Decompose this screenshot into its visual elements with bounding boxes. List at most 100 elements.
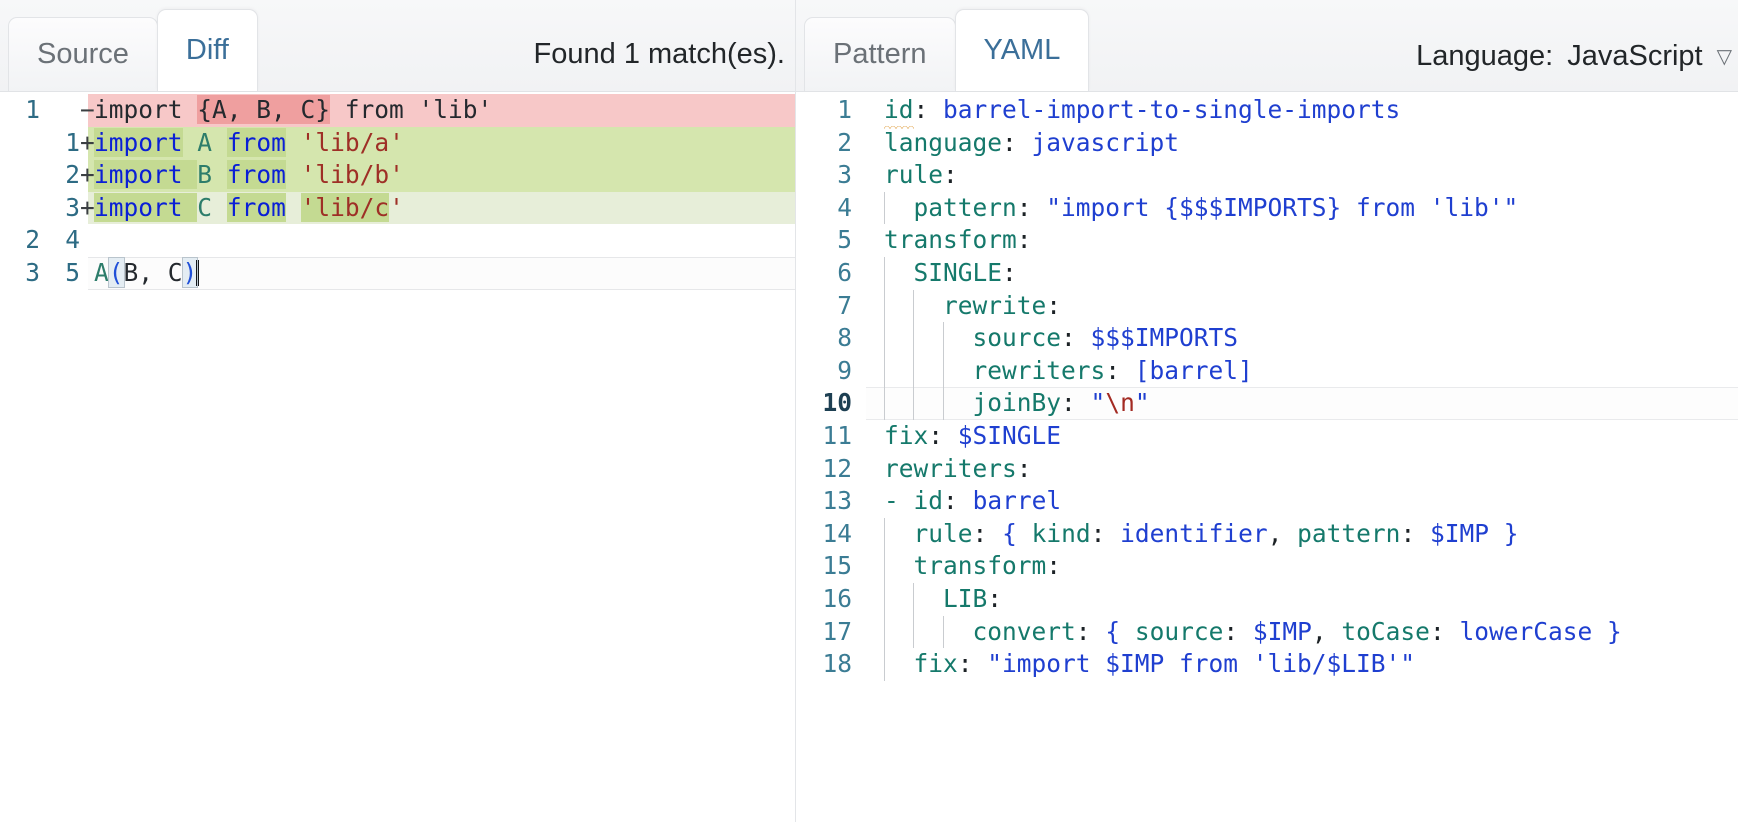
code-token: 'lib/a'	[300, 127, 404, 157]
yaml-line[interactable]: 1 id: barrel-import-to-single-imports	[796, 94, 1738, 127]
yaml-line[interactable]: 9 rewriters: [barrel]	[796, 354, 1738, 388]
yaml-line-number: 12	[822, 453, 852, 483]
yaml-line[interactable]: 12 rewriters:	[796, 453, 1738, 486]
language-value[interactable]: JavaScript	[1567, 40, 1702, 73]
yaml-token: rewriters	[972, 355, 1106, 385]
yaml-token: $IMP }	[1415, 518, 1519, 548]
yaml-token	[1091, 617, 1106, 646]
language-selector[interactable]: Language: JavaScript ▽	[1416, 40, 1732, 91]
code-token: import	[94, 95, 198, 124]
yaml-token: convert	[972, 616, 1076, 646]
yaml-line[interactable]: 3 rule:	[796, 159, 1738, 192]
yaml-token: $$$IMPORTS	[1075, 323, 1239, 353]
code-token: {A, B, C}	[197, 95, 331, 124]
yaml-token	[884, 388, 973, 417]
yaml-token: "import {$$$IMPORTS} from 'lib'"	[1031, 192, 1519, 222]
code-token	[182, 160, 198, 190]
code-token: C	[197, 192, 213, 222]
code-token: '	[389, 192, 404, 222]
tab-diff[interactable]: Diff	[156, 9, 258, 91]
yaml-line[interactable]: 10 joinBy: "\n"	[796, 387, 1738, 420]
diff-old-line-number: 3	[25, 257, 40, 287]
yaml-token	[899, 486, 914, 515]
yaml-token: :	[1061, 323, 1076, 353]
yaml-line[interactable]: 5 transform:	[796, 224, 1738, 257]
yaml-line[interactable]: 2 language: javascript	[796, 127, 1738, 160]
code-token: import	[94, 160, 183, 190]
yaml-line[interactable]: 6 SINGLE:	[796, 256, 1738, 290]
tab-yaml[interactable]: YAML	[954, 9, 1090, 91]
yaml-line[interactable]: 8 source: $$$IMPORTS	[796, 322, 1738, 355]
yaml-token: rule	[913, 518, 973, 548]
yaml-token: "	[1075, 388, 1106, 418]
yaml-token: :	[913, 95, 929, 124]
yaml-token: identifier	[1105, 518, 1268, 548]
yaml-token: $IMP	[1238, 616, 1312, 646]
yaml-token: :	[1016, 192, 1032, 222]
yaml-token: rule	[884, 160, 944, 190]
diff-view[interactable]: 1− import {A, B, C} from 'lib' 1 + import A …	[0, 92, 795, 822]
yaml-token: "	[1134, 388, 1150, 418]
yaml-token: fix	[913, 649, 958, 679]
yaml-token: :	[1429, 616, 1445, 646]
yaml-token	[1017, 519, 1032, 548]
diff-row[interactable]: 2 + import B from 'lib/b'	[0, 159, 795, 192]
yaml-line-number: 4	[837, 192, 852, 222]
code-token: 'lib/b'	[300, 160, 404, 190]
diff-row[interactable]: 24	[0, 224, 795, 257]
code-token: A	[94, 257, 109, 287]
yaml-line-number: 1	[837, 95, 852, 124]
yaml-line[interactable]: 4 pattern: "import {$$$IMPORTS} from 'li…	[796, 191, 1738, 225]
yaml-line-number: 2	[837, 127, 852, 157]
yaml-line-text: joinBy: "\n"	[884, 387, 1150, 420]
diff-new-line-number: 3	[65, 192, 80, 222]
tab-source[interactable]: Source	[8, 17, 158, 91]
diff-row[interactable]: 1 + import A from 'lib/a'	[0, 126, 795, 160]
yaml-line[interactable]: 14 rule: { kind: identifier, pattern: $I…	[796, 517, 1738, 551]
yaml-token: :	[943, 160, 958, 190]
yaml-editor[interactable]: 1 id: barrel-import-to-single-imports 2 lan…	[796, 92, 1738, 822]
yaml-line[interactable]: 7 rewrite:	[796, 289, 1738, 323]
yaml-token	[884, 356, 973, 385]
diff-new-line-number: 1	[65, 127, 80, 157]
yaml-token: :	[1002, 257, 1017, 287]
yaml-line-text: fix: "import $IMP from 'lib/$LIB'"	[884, 648, 1416, 681]
yaml-token: -	[884, 486, 899, 516]
yaml-line[interactable]: 16 LIB:	[796, 582, 1738, 616]
yaml-line-number: 5	[837, 225, 852, 255]
diff-old-line-number: 1	[25, 95, 40, 124]
yaml-line[interactable]: 17 convert: { source: $IMP, toCase: lowe…	[796, 615, 1738, 649]
yaml-line[interactable]: 15 transform:	[796, 550, 1738, 583]
code-token: A	[197, 127, 213, 157]
yaml-token: SINGLE	[913, 257, 1003, 287]
pattern-yaml-panel: Pattern YAML Language: JavaScript ▽ 1 id:…	[795, 0, 1738, 822]
yaml-token: LIB	[943, 583, 988, 613]
yaml-token: toCase	[1341, 616, 1430, 646]
code-token: import	[94, 192, 183, 222]
yaml-token: barrel-import-to-single-imports	[928, 95, 1401, 124]
yaml-line[interactable]: 18 fix: "import $IMP from 'lib/$LIB'"	[796, 648, 1738, 681]
code-token: from 'lib'	[330, 95, 493, 124]
yaml-token	[884, 551, 914, 580]
yaml-token: :	[928, 420, 944, 450]
diff-row[interactable]: 1 − import {A, B, C} from 'lib'	[0, 94, 795, 127]
yaml-line-number: 14	[822, 518, 852, 548]
yaml-line-number: 18	[822, 649, 852, 679]
code-token: from	[226, 160, 286, 190]
chevron-down-icon[interactable]: ▽	[1717, 47, 1732, 67]
yaml-line[interactable]: 13 - id: barrel	[796, 485, 1738, 518]
yaml-token: joinBy	[972, 388, 1062, 418]
yaml-token	[987, 519, 1002, 548]
diff-line-text: A(B, C)	[94, 256, 200, 290]
diff-row[interactable]: 3 5 A(B, C)	[0, 256, 795, 290]
yaml-token: barrel	[957, 486, 1062, 516]
yaml-token	[884, 323, 973, 352]
yaml-line[interactable]: 11 fix: $SINGLE	[796, 420, 1738, 453]
yaml-token: $SINGLE	[943, 420, 1062, 450]
diff-row[interactable]: 3 + import C from 'lib/c'	[0, 191, 795, 225]
tab-pattern[interactable]: Pattern	[804, 17, 956, 91]
yaml-token: "import $IMP from 'lib/$LIB'"	[972, 649, 1416, 679]
